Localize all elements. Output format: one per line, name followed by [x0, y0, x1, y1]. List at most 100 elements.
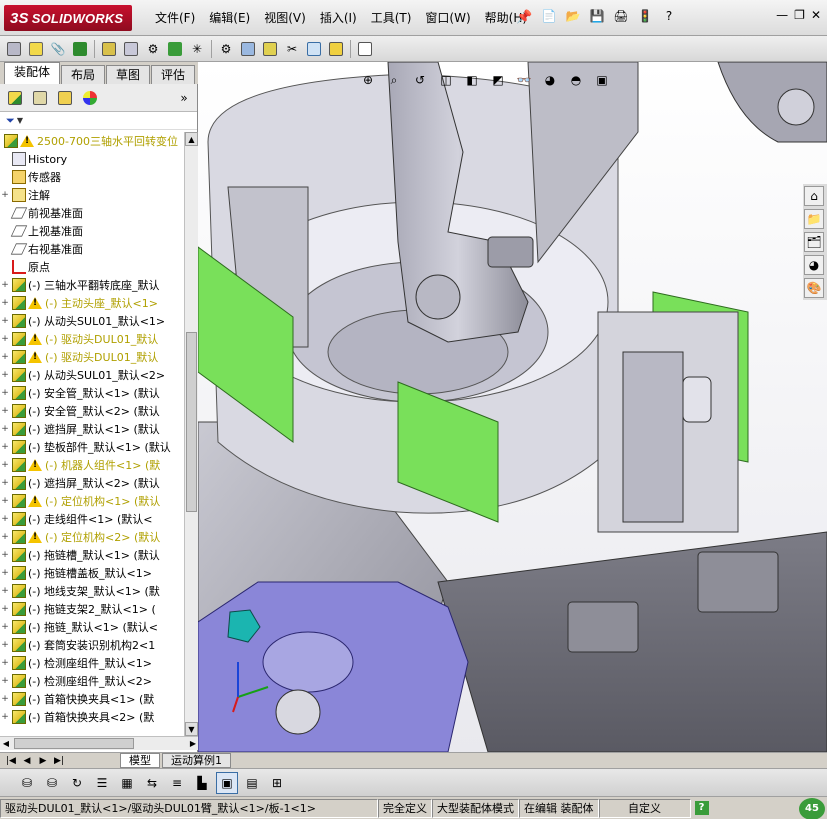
list-icon[interactable]: ☰	[91, 772, 113, 794]
tree-item[interactable]: + (-) 定位机构<2> (默认	[0, 528, 184, 546]
expand-icon[interactable]: +	[0, 658, 10, 668]
solidworks-resources-icon[interactable]: ⌂	[804, 186, 824, 206]
tree-item[interactable]: 右视基准面	[0, 240, 184, 258]
tree-item[interactable]: + (-) 走线组件<1> (默认<	[0, 510, 184, 528]
results-plots-icon[interactable]: ▙	[191, 772, 213, 794]
expand-icon[interactable]: +	[0, 406, 10, 416]
tree-item[interactable]: + (-) 驱动头DUL01_默认	[0, 348, 184, 366]
hide-show-icon[interactable]	[121, 39, 141, 59]
tree-item[interactable]: History	[0, 150, 184, 168]
open-folder-icon[interactable]: 📂	[562, 5, 584, 27]
solidworks-logo[interactable]: 3S SOLIDWORKS	[4, 5, 132, 31]
grid-icon[interactable]: ▦	[116, 772, 138, 794]
prev-tab-icon[interactable]: ◀	[20, 756, 34, 766]
view-single-icon[interactable]: ▣	[216, 771, 238, 794]
expand-icon[interactable]: +	[0, 460, 10, 470]
explode-line-sketch-icon[interactable]	[260, 39, 280, 59]
display-manager-tab-icon[interactable]	[79, 87, 101, 109]
notification-bubble[interactable]: 45	[799, 798, 825, 819]
filter-row[interactable]: ⏷ ▼	[0, 112, 197, 130]
zoom-to-fit-icon[interactable]: ⊕	[358, 70, 378, 90]
scroll-right-arrow-icon[interactable]: ▶	[190, 739, 196, 748]
assembly-feature-icon[interactable]	[165, 39, 185, 59]
filter-icon[interactable]: ⏷	[6, 114, 15, 128]
save-icon[interactable]: 💾	[586, 5, 608, 27]
status-custom[interactable]: 自定义	[598, 798, 691, 818]
tree-item[interactable]: + (-) 拖链槽盖板_默认<1>	[0, 564, 184, 582]
tab-layout[interactable]: 布局	[61, 65, 106, 84]
file-explorer-icon[interactable]: 🗂	[804, 232, 824, 252]
status-help-icon[interactable]: ?	[694, 801, 709, 815]
restore-icon[interactable]: ❐	[794, 8, 805, 22]
interference-detection-icon[interactable]: ✂	[282, 39, 302, 59]
tree-item[interactable]: + 注解	[0, 186, 184, 204]
tree-item[interactable]: + (-) 地线支架_默认<1> (默	[0, 582, 184, 600]
minimize-icon[interactable]: —	[776, 8, 788, 22]
hide-show-items-icon[interactable]: 👓	[514, 70, 534, 90]
close-icon[interactable]: ✕	[811, 8, 821, 22]
tree-item[interactable]: + (-) 拖链支架2_默认<1> (	[0, 600, 184, 618]
appearances-icon[interactable]: 🎨	[804, 278, 824, 298]
tree-item[interactable]: + (-) 从动头SUL01_默认<2>	[0, 366, 184, 384]
expand-icon[interactable]: +	[0, 568, 10, 578]
expand-icon[interactable]: +	[0, 694, 10, 704]
motion-manager-icon[interactable]: ⛁	[41, 772, 63, 794]
view-palette-icon[interactable]: ◕	[804, 255, 824, 275]
last-tab-icon[interactable]: ▶|	[52, 756, 66, 766]
move-component-icon[interactable]: ⚙	[143, 39, 163, 59]
menu-tools[interactable]: 工具(T)	[364, 10, 419, 26]
expand-icon[interactable]: +	[0, 712, 10, 722]
tree-horizontal-scrollbar[interactable]: ◀ ▶	[0, 736, 198, 750]
configuration-manager-tab-icon[interactable]	[54, 87, 76, 109]
expand-icon[interactable]: +	[0, 550, 10, 560]
scroll-up-arrow-icon[interactable]: ▲	[185, 132, 198, 146]
hole-alignment-icon[interactable]	[326, 39, 346, 59]
bill-of-materials-icon[interactable]: ⚙	[216, 39, 236, 59]
tree-item[interactable]: + (-) 检测座组件_默认<1>	[0, 654, 184, 672]
expand-icon[interactable]: +	[0, 442, 10, 452]
menu-insert[interactable]: 插入(I)	[313, 10, 364, 26]
reference-geometry-icon[interactable]: ✳	[187, 39, 207, 59]
zoom-area-icon[interactable]: ⌕	[384, 70, 404, 90]
tree-root[interactable]: 2500-700三轴水平回转变位	[0, 132, 184, 150]
new-file-icon[interactable]: 📄	[538, 5, 560, 27]
tab-evaluate[interactable]: 评估	[151, 65, 196, 84]
view-settings-icon[interactable]: ▣	[592, 70, 612, 90]
tree-item[interactable]: + (-) 垫板部件_默认<1> (默认	[0, 438, 184, 456]
expand-icon[interactable]: +	[0, 604, 10, 614]
view-two-horizontal-icon[interactable]: ▤	[241, 772, 263, 794]
tree-item[interactable]: + (-) 遮挡屏_默认<2> (默认	[0, 474, 184, 492]
help-icon[interactable]: ?	[658, 5, 680, 27]
expand-icon[interactable]: +	[0, 640, 10, 650]
render-tools-icon[interactable]: ⛁	[16, 772, 38, 794]
tab-assembly[interactable]: 装配体	[4, 62, 61, 84]
expand-icon[interactable]: +	[0, 370, 10, 380]
animation-icon[interactable]: ↻	[66, 772, 88, 794]
tree-item[interactable]: 前视基准面	[0, 204, 184, 222]
tree-item[interactable]: + (-) 首箱快换夹具<1> (默	[0, 690, 184, 708]
expand-icon[interactable]: +	[0, 496, 10, 506]
tree-item[interactable]: + (-) 驱动头DUL01_默认	[0, 330, 184, 348]
next-tab-icon[interactable]: ▶	[36, 756, 50, 766]
tree-item[interactable]: + (-) 首箱快换夹具<2> (默	[0, 708, 184, 726]
tree-vertical-scrollbar[interactable]: ▲ ▼	[184, 132, 198, 736]
tree-item[interactable]: + (-) 遮挡屏_默认<1> (默认	[0, 420, 184, 438]
display-style-icon[interactable]: ◩	[488, 70, 508, 90]
expand-icon[interactable]: +	[0, 316, 10, 326]
tree-item[interactable]: 上视基准面	[0, 222, 184, 240]
tree-item[interactable]: + (-) 从动头SUL01_默认<1>	[0, 312, 184, 330]
cad-model[interactable]	[198, 62, 827, 752]
property-manager-tab-icon[interactable]	[29, 87, 51, 109]
expand-icon[interactable]: +	[0, 280, 10, 290]
tab-model[interactable]: 模型	[120, 753, 160, 768]
mate-icon[interactable]: 📎	[48, 39, 68, 59]
expand-icon[interactable]: +	[0, 190, 10, 200]
section-view-icon[interactable]: ◫	[436, 70, 456, 90]
menu-window[interactable]: 窗口(W)	[418, 10, 477, 26]
scroll-left-arrow-icon[interactable]: ◀	[0, 739, 12, 748]
tree-item[interactable]: + (-) 安全管_默认<1> (默认	[0, 384, 184, 402]
tree-item[interactable]: + (-) 机器人组件<1> (默	[0, 456, 184, 474]
feature-tree-tab-icon[interactable]	[4, 87, 26, 109]
expand-icon[interactable]: +	[0, 424, 10, 434]
edit-component-icon[interactable]	[99, 39, 119, 59]
